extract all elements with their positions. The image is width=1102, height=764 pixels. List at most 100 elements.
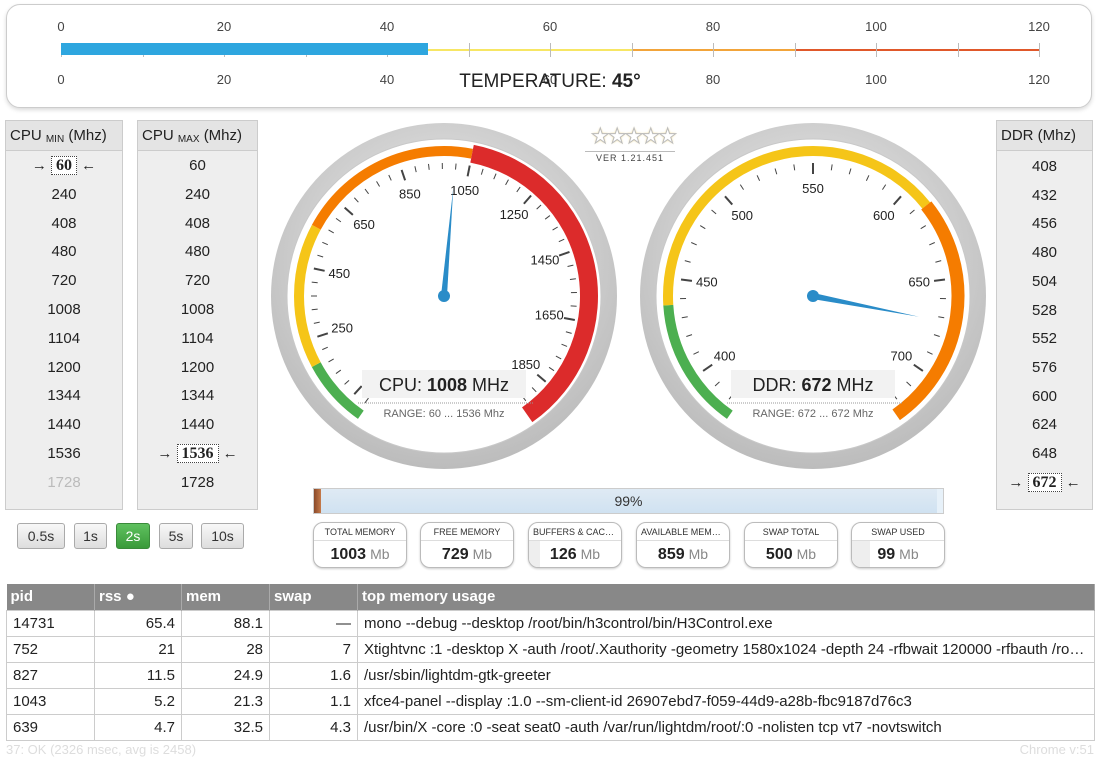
interval-button-10s[interactable]: 10s [201,523,244,549]
memory-card-value: 859 [657,546,685,563]
item-value: 1440 [180,416,215,434]
ddr-item[interactable]: 432 [997,185,1092,207]
rss-column-header[interactable]: rss ● [94,584,182,610]
cpu-min-item[interactable]: 1536 [6,443,122,465]
cpu-max-item[interactable]: 408 [138,213,257,235]
interval-button-0-5s[interactable]: 0.5s [17,523,65,549]
arrow-left-icon: ← [77,157,97,174]
cpu-min-item[interactable]: 408 [6,213,122,235]
memory-card-label: FREE MEMORY [421,523,513,541]
cpu-min-item[interactable]: 1008 [6,299,122,321]
cpu-max-item[interactable]: 480 [138,241,257,263]
temperature-tick-top: 80 [705,19,721,34]
gauge-scale-label: 1250 [500,207,529,222]
cpu-max-item[interactable]: 720 [138,270,257,292]
command-cell: Xtightvnc :1 -desktop X -auth /root/.Xau… [357,635,1095,663]
cpu-min-item[interactable]: 240 [6,184,122,206]
cpu-max-item[interactable]: 60 [138,155,257,177]
pid-column-header[interactable]: pid [6,584,95,610]
memory-card-label: SWAP TOTAL [745,523,837,541]
interval-button-1s[interactable]: 1s [74,523,107,549]
interval-button-2s[interactable]: 2s [116,523,150,549]
cpu-min-item[interactable]: 1728 [6,472,122,494]
gauge-scale-label: 450 [328,266,350,281]
item-value: 1728 [180,473,215,491]
swap-column-header[interactable]: swap [269,584,358,610]
gauge-scale-label: 850 [399,187,421,202]
memory-card-label: TOTAL MEMORY [314,523,406,541]
interval-button-5s[interactable]: 5s [159,523,193,549]
cpu-min-item[interactable]: 1344 [6,385,122,407]
arrow-right-icon: → [157,445,177,462]
gauge-readout-unit: MHz [837,375,874,395]
command-column-header[interactable]: top memory usage [357,584,1095,610]
cpu-max-item[interactable]: 240 [138,184,257,206]
cpu-max-item[interactable]: 1728 [138,472,257,494]
cpu-min-item[interactable]: 720 [6,270,122,292]
cpu-max-header: CPU MAX (Mhz) [138,121,257,151]
memory-card-body: 99 Mb [852,541,944,567]
mem-column-header[interactable]: mem [181,584,270,610]
ddr-item[interactable]: 504 [997,271,1092,293]
item-value: 648 [1031,445,1058,462]
temperature-value: 45 [611,71,634,92]
memory-card-body: 126 Mb [529,541,621,567]
item-value: 504 [1031,272,1058,290]
selected-value: 672 [1027,472,1062,492]
load-progress-text: 99% [614,493,643,509]
cpu-max-item[interactable]: 1200 [138,357,257,379]
swap-cell: 4.3 [269,713,358,741]
cpu-max-item[interactable]: 1008 [138,299,257,321]
ddr-item[interactable]: 456 [997,213,1092,235]
rss-cell: 4.7 [94,713,182,741]
cpu-max-item[interactable]: → 1536 ← [138,443,257,465]
cpu-min-item[interactable]: 1104 [6,328,122,350]
ddr-item[interactable]: 480 [997,242,1092,264]
mem-cell: 28 [181,635,270,663]
rss-cell: 65.4 [94,609,182,637]
cpu-max-item[interactable]: 1104 [138,328,257,350]
cpu-max-item[interactable]: 1344 [138,385,257,407]
gauge-range: RANGE: 60 ... 1536 Mhz [383,408,504,420]
item-value: 408 [51,214,77,232]
ddr-item[interactable]: 576 [997,357,1092,379]
cpu-min-item[interactable]: 1200 [6,357,122,379]
gauge-readout: CPU: 1008 MHz [379,375,509,395]
ddr-item[interactable]: 552 [997,328,1092,350]
cpu-min-item[interactable]: 1440 [6,414,122,436]
item-value: 1104 [181,329,214,347]
gauge-tick [311,308,318,311]
command-cell: /usr/bin/X -core :0 -seat seat0 -auth /v… [357,713,1095,741]
cpu-min-item[interactable]: 480 [6,241,122,263]
process-row: 14731 65.4 88.1— mono --debug --desktop /ro… [6,609,1095,637]
memory-card: AVAILABLE MEMORY 859 Mb [636,522,730,568]
ddr-item[interactable]: 528 [997,300,1092,322]
ddr-item[interactable]: → 672 ← [997,472,1092,494]
ddr-item[interactable]: 624 [997,414,1092,436]
load-progress-bar: 99% [313,488,944,514]
memory-card-value: 729 [441,546,469,563]
swap-cell: — [269,609,358,637]
gauge-scale-label: 400 [714,348,736,363]
gauge-scale-label: 1650 [535,307,564,322]
cpu-max-item[interactable]: 1440 [138,414,257,436]
memory-card: BUFFERS & CACHE 126 Mb [528,522,622,568]
temperature-tick-mark [876,43,877,57]
ddr-gauge: 400 450 500 550 600 650 700 DDR: 672 MHz RANGE: … [640,123,986,469]
memory-card-label: AVAILABLE MEMORY [637,523,729,541]
ddr-item[interactable]: 648 [997,443,1092,465]
cpu-min-title: CPU [10,127,42,144]
rss-cell: 11.5 [94,661,182,689]
ddr-item[interactable]: 600 [997,386,1092,408]
item-value: 240 [184,185,211,203]
pid-cell: 639 [6,713,95,741]
gauge-scale-label: 550 [802,181,824,196]
gauge-readout-value: 672 [801,375,831,395]
ddr-item[interactable]: 408 [997,156,1092,178]
cpu-min-item[interactable]: → 60 ← [6,155,122,177]
cpu-max-unit: (Mhz) [203,127,243,144]
memory-card-value: 126 [549,546,577,563]
item-value: 1536 [47,445,81,462]
gauge-scale-label: 450 [696,275,718,290]
memory-card-label: BUFFERS & CACHE [529,523,621,541]
